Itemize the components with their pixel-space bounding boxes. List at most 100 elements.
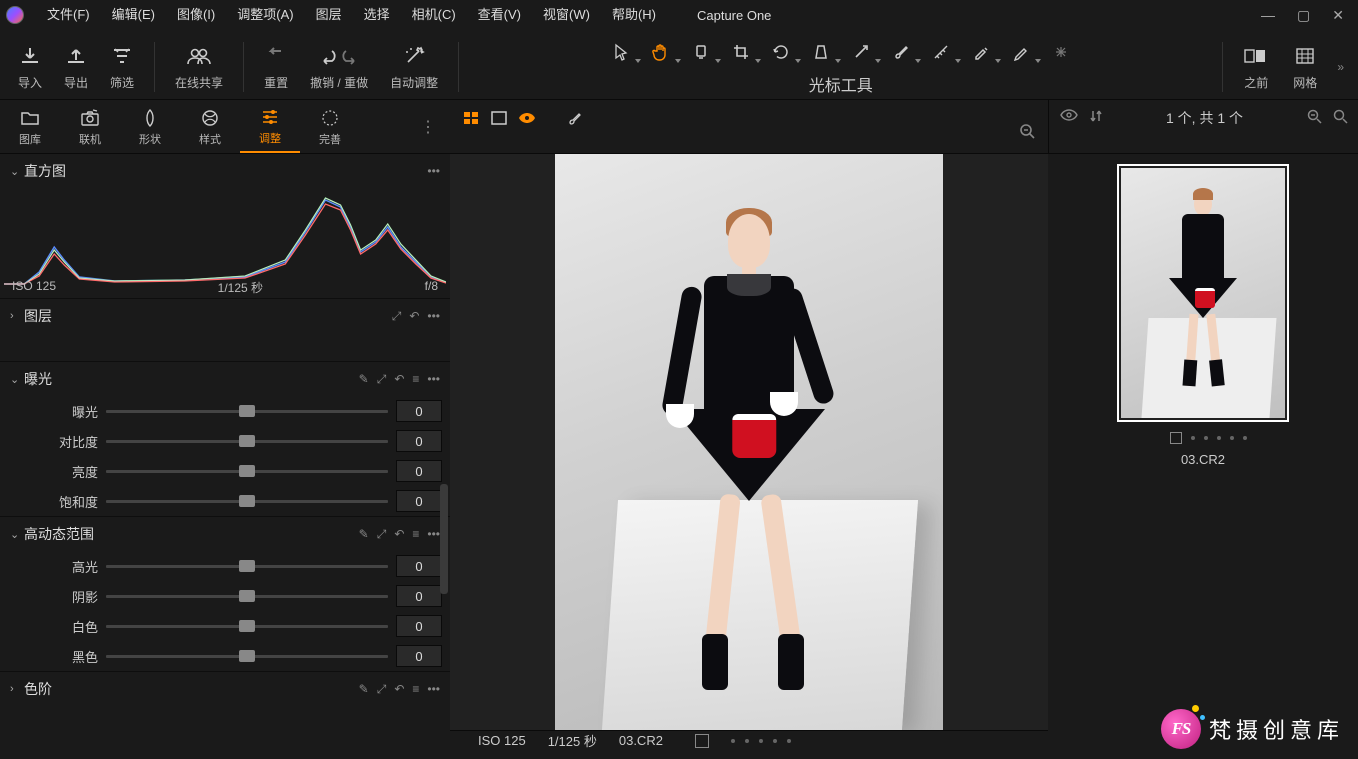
expand-icon[interactable]: ⤢ xyxy=(377,682,387,697)
menu-file[interactable]: 文件(F) xyxy=(36,0,101,30)
auto-icon[interactable]: ✎ xyxy=(359,682,369,697)
menu-view[interactable]: 查看(V) xyxy=(467,0,532,30)
expand-icon[interactable]: ⤢ xyxy=(377,527,387,542)
exposure-header[interactable]: ⌄ 曝光 ✎ ⤢ ↶ ≡ ••• xyxy=(0,362,450,396)
contrast-value[interactable]: 0 xyxy=(396,430,442,452)
undo-small-icon[interactable]: ↶ xyxy=(394,527,404,542)
brush-mode-button[interactable] xyxy=(564,108,586,128)
viewer-canvas[interactable] xyxy=(450,154,1048,730)
loupe-tool[interactable] xyxy=(687,39,715,65)
panel-scrollbar[interactable] xyxy=(440,344,448,701)
eyedropper-tool[interactable] xyxy=(967,39,995,65)
layers-header[interactable]: › 图层 ⤢ ↶ ••• xyxy=(0,299,450,333)
zoom-browser-button[interactable] xyxy=(1306,108,1322,124)
preset-icon[interactable]: ≡ xyxy=(412,682,419,697)
shortcut-tool[interactable] xyxy=(1047,39,1075,65)
toolbar-overflow-button[interactable]: » xyxy=(1331,60,1350,74)
menu-help[interactable]: 帮助(H) xyxy=(601,0,667,30)
grid-button[interactable]: 网格 xyxy=(1283,40,1327,93)
share-button[interactable]: 在线共享 xyxy=(165,40,233,93)
exposure-slider[interactable] xyxy=(106,410,388,413)
exposure-section: ⌄ 曝光 ✎ ⤢ ↶ ≡ ••• 曝光 0 对比度 0 xyxy=(0,362,450,517)
menu-layer[interactable]: 图层 xyxy=(305,0,353,30)
proof-view-button[interactable] xyxy=(516,108,538,128)
brightness-slider[interactable] xyxy=(106,470,388,473)
menu-image[interactable]: 图像(I) xyxy=(166,0,226,30)
gradient-tool[interactable] xyxy=(927,39,955,65)
brightness-value[interactable]: 0 xyxy=(396,460,442,482)
saturation-value[interactable]: 0 xyxy=(396,490,442,512)
color-tag-button[interactable] xyxy=(695,734,709,748)
preset-icon[interactable]: ≡ xyxy=(412,527,419,542)
expand-icon[interactable]: ⤢ xyxy=(377,372,387,387)
thumb-rating[interactable] xyxy=(1160,432,1247,444)
auto-icon[interactable]: ✎ xyxy=(359,372,369,387)
rotate-tool[interactable] xyxy=(767,39,795,65)
menu-adjustments[interactable]: 调整项(A) xyxy=(226,0,304,30)
search-browser-button[interactable] xyxy=(1332,108,1348,124)
black-value[interactable]: 0 xyxy=(396,645,442,667)
undo-small-icon[interactable]: ↶ xyxy=(394,372,404,387)
star-rating[interactable] xyxy=(731,739,791,743)
histogram-header[interactable]: ⌄ 直方图 ••• xyxy=(0,154,450,188)
auto-adjust-button[interactable]: 自动调整 xyxy=(380,40,448,93)
thumbnail[interactable] xyxy=(1117,164,1289,422)
tab-adjust[interactable]: 调整 xyxy=(240,100,300,153)
hdr-header[interactable]: ⌄ 高动态范围 ✎ ⤢ ↶ ≡ ••• xyxy=(0,517,450,551)
tab-refine[interactable]: 完善 xyxy=(300,100,360,153)
menu-edit[interactable]: 编辑(E) xyxy=(101,0,166,30)
window-close-button[interactable]: ✕ xyxy=(1332,7,1344,24)
preset-icon[interactable]: ≡ xyxy=(412,372,419,387)
levels-header[interactable]: › 色阶 ✎ ⤢ ↶ ≡ ••• xyxy=(0,672,450,705)
saturation-slider[interactable] xyxy=(106,500,388,503)
pan-tool[interactable] xyxy=(647,39,675,65)
tool-tabs-more-button[interactable]: ⋮ xyxy=(406,117,450,137)
panel-menu-button[interactable]: ••• xyxy=(427,527,440,542)
shadow-slider[interactable] xyxy=(106,595,388,598)
export-button[interactable]: 导出 xyxy=(54,40,98,93)
highlight-slider-row: 高光 0 xyxy=(0,551,450,581)
auto-icon[interactable]: ✎ xyxy=(359,527,369,542)
reset-button[interactable]: 重置 xyxy=(254,40,298,93)
panel-menu-button[interactable]: ••• xyxy=(427,682,440,697)
undo-small-icon[interactable]: ↶ xyxy=(394,682,404,697)
tab-library[interactable]: 图库 xyxy=(0,100,60,153)
primary-view-button[interactable] xyxy=(488,108,510,128)
black-slider[interactable] xyxy=(106,655,388,658)
select-tool[interactable] xyxy=(607,39,635,65)
multi-view-button[interactable] xyxy=(460,108,482,128)
white-value[interactable]: 0 xyxy=(396,615,442,637)
tab-tether[interactable]: 联机 xyxy=(60,100,120,153)
white-slider[interactable] xyxy=(106,625,388,628)
contrast-slider[interactable] xyxy=(106,440,388,443)
menu-select[interactable]: 选择 xyxy=(353,0,401,30)
menu-camera[interactable]: 相机(C) xyxy=(401,0,467,30)
highlight-value[interactable]: 0 xyxy=(396,555,442,577)
spot-tool[interactable] xyxy=(847,39,875,65)
visibility-icon[interactable] xyxy=(1059,108,1079,122)
exposure-value[interactable]: 0 xyxy=(396,400,442,422)
import-button[interactable]: 导入 xyxy=(8,40,52,93)
crop-tool[interactable] xyxy=(727,39,755,65)
window-maximize-button[interactable]: ▢ xyxy=(1297,7,1310,24)
panel-menu-button[interactable]: ••• xyxy=(427,309,440,324)
filter-button[interactable]: 筛选 xyxy=(100,40,144,93)
highlight-slider[interactable] xyxy=(106,565,388,568)
zoom-fit-button[interactable] xyxy=(1016,121,1038,141)
before-after-icon xyxy=(1243,42,1269,70)
sort-icon[interactable] xyxy=(1089,108,1103,124)
menu-window[interactable]: 视窗(W) xyxy=(532,0,601,30)
tab-shape[interactable]: 形状 xyxy=(120,100,180,153)
panel-menu-button[interactable]: ••• xyxy=(427,164,440,178)
tab-styles[interactable]: 样式 xyxy=(180,100,240,153)
annotation-tool[interactable] xyxy=(1007,39,1035,65)
brush-tool[interactable] xyxy=(887,39,915,65)
keystone-tool[interactable] xyxy=(807,39,835,65)
expand-icon[interactable]: ⤢ xyxy=(392,309,402,324)
window-minimize-button[interactable]: — xyxy=(1261,7,1275,23)
undo-small-icon[interactable]: ↶ xyxy=(409,309,419,324)
panel-menu-button[interactable]: ••• xyxy=(427,372,440,387)
undo-redo-button[interactable]: 撤销 / 重做 xyxy=(300,40,378,93)
before-after-button[interactable]: 之前 xyxy=(1233,40,1279,93)
shadow-value[interactable]: 0 xyxy=(396,585,442,607)
